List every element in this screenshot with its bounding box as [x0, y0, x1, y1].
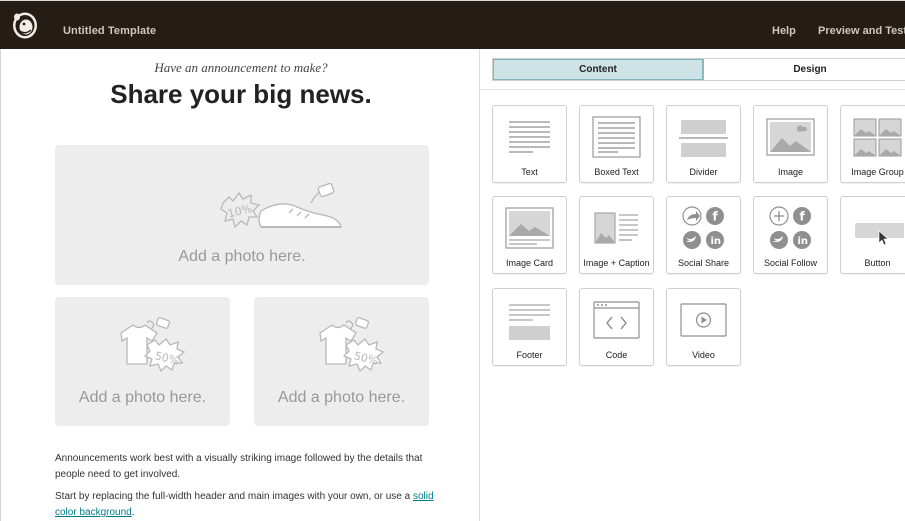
- social-share-block-icon: f in: [682, 206, 724, 249]
- announcement-subtitle[interactable]: Have an announcement to make?: [1, 60, 479, 76]
- block-social-share-label: Social Share: [677, 258, 730, 268]
- svg-text:f: f: [800, 210, 806, 224]
- code-block-icon: [593, 301, 640, 339]
- help-link[interactable]: Help: [772, 25, 796, 37]
- block-code-label: Code: [605, 350, 628, 360]
- text-block-icon: [509, 121, 550, 153]
- tabs-divider: [480, 89, 905, 90]
- block-image-group-label: Image Group: [851, 167, 904, 177]
- email-canvas: Have an announcement to make? Share your…: [0, 49, 480, 521]
- divider-block-icon: [679, 120, 728, 157]
- image-caption-block-icon: [594, 212, 638, 244]
- body-paragraph-2-text: Start by replacing the full-width header…: [55, 491, 413, 502]
- top-bar: Untitled Template Help Preview and Test⌄: [0, 0, 905, 49]
- main-photo-label: Add a photo here.: [178, 248, 306, 265]
- footer-block-icon: [509, 304, 550, 340]
- block-video[interactable]: Video: [666, 288, 741, 366]
- main-photo-placeholder[interactable]: 10% Add a photo here.: [55, 145, 429, 285]
- block-text-label: Text: [521, 167, 538, 177]
- panel-tabs: Content Design: [492, 58, 905, 81]
- template-title[interactable]: Untitled Template: [63, 25, 156, 37]
- block-video-label: Video: [692, 350, 715, 360]
- body-paragraph-2-suffix: .: [131, 507, 135, 518]
- block-boxed-text[interactable]: Boxed Text: [579, 105, 654, 183]
- block-image-card[interactable]: Image Card: [492, 196, 567, 274]
- block-button[interactable]: Button: [840, 196, 905, 274]
- right-photo-label: Add a photo here.: [277, 389, 406, 406]
- block-footer[interactable]: Footer: [492, 288, 567, 366]
- body-paragraph-2[interactable]: Start by replacing the full-width header…: [55, 489, 435, 521]
- boxed-text-block-icon: [592, 116, 641, 158]
- block-image-label: Image: [777, 167, 803, 177]
- block-code[interactable]: Code: [579, 288, 654, 366]
- preview-and-test-menu[interactable]: Preview and Test⌄: [818, 25, 905, 37]
- block-image-group[interactable]: Image Group: [840, 105, 905, 183]
- block-text[interactable]: Text: [492, 105, 567, 183]
- block-image-caption[interactable]: Image + Caption: [579, 196, 654, 274]
- block-footer-label: Footer: [516, 350, 543, 360]
- left-photo-label: Add a photo here.: [78, 389, 207, 406]
- shoe-sale-icon: 10%: [220, 183, 342, 229]
- video-block-icon: [680, 303, 727, 337]
- body-paragraph-1[interactable]: Announcements work best with a visually …: [55, 451, 435, 483]
- block-social-share[interactable]: f in Social Share: [666, 196, 741, 274]
- preview-and-test-label: Preview and Test: [818, 25, 905, 37]
- block-button-label: Button: [864, 258, 891, 268]
- block-image-caption-label: Image + Caption: [583, 258, 650, 268]
- headline-text[interactable]: Share your big news.: [1, 79, 479, 110]
- right-photo-placeholder[interactable]: 50% Add a photo here.: [254, 297, 429, 426]
- left-photo-placeholder[interactable]: 50% Add a photo here.: [55, 297, 230, 426]
- block-image[interactable]: Image: [753, 105, 828, 183]
- image-block-icon: [766, 118, 815, 156]
- image-group-block-icon: [853, 118, 902, 157]
- button-block-icon: [855, 223, 904, 246]
- social-follow-block-icon: f in: [769, 206, 811, 249]
- tab-content[interactable]: Content: [493, 59, 704, 80]
- tshirt-sale-icon: 50%: [120, 317, 186, 373]
- block-divider[interactable]: Divider: [666, 105, 741, 183]
- tshirt-sale-icon: 50%: [319, 317, 385, 373]
- block-divider-label: Divider: [689, 167, 718, 177]
- svg-text:in: in: [711, 236, 722, 247]
- block-boxed-text-label: Boxed Text: [594, 167, 639, 177]
- block-social-follow-label: Social Follow: [763, 258, 818, 268]
- svg-text:f: f: [713, 210, 719, 224]
- block-image-card-label: Image Card: [505, 258, 554, 268]
- content-blocks-panel: Content Design Text Boxed Text Divider I…: [480, 49, 905, 521]
- block-social-follow[interactable]: f in Social Follow: [753, 196, 828, 274]
- tab-design[interactable]: Design: [704, 59, 905, 80]
- image-card-block-icon: [505, 207, 554, 249]
- mailchimp-logo-icon[interactable]: [11, 10, 39, 40]
- svg-text:in: in: [798, 236, 809, 247]
